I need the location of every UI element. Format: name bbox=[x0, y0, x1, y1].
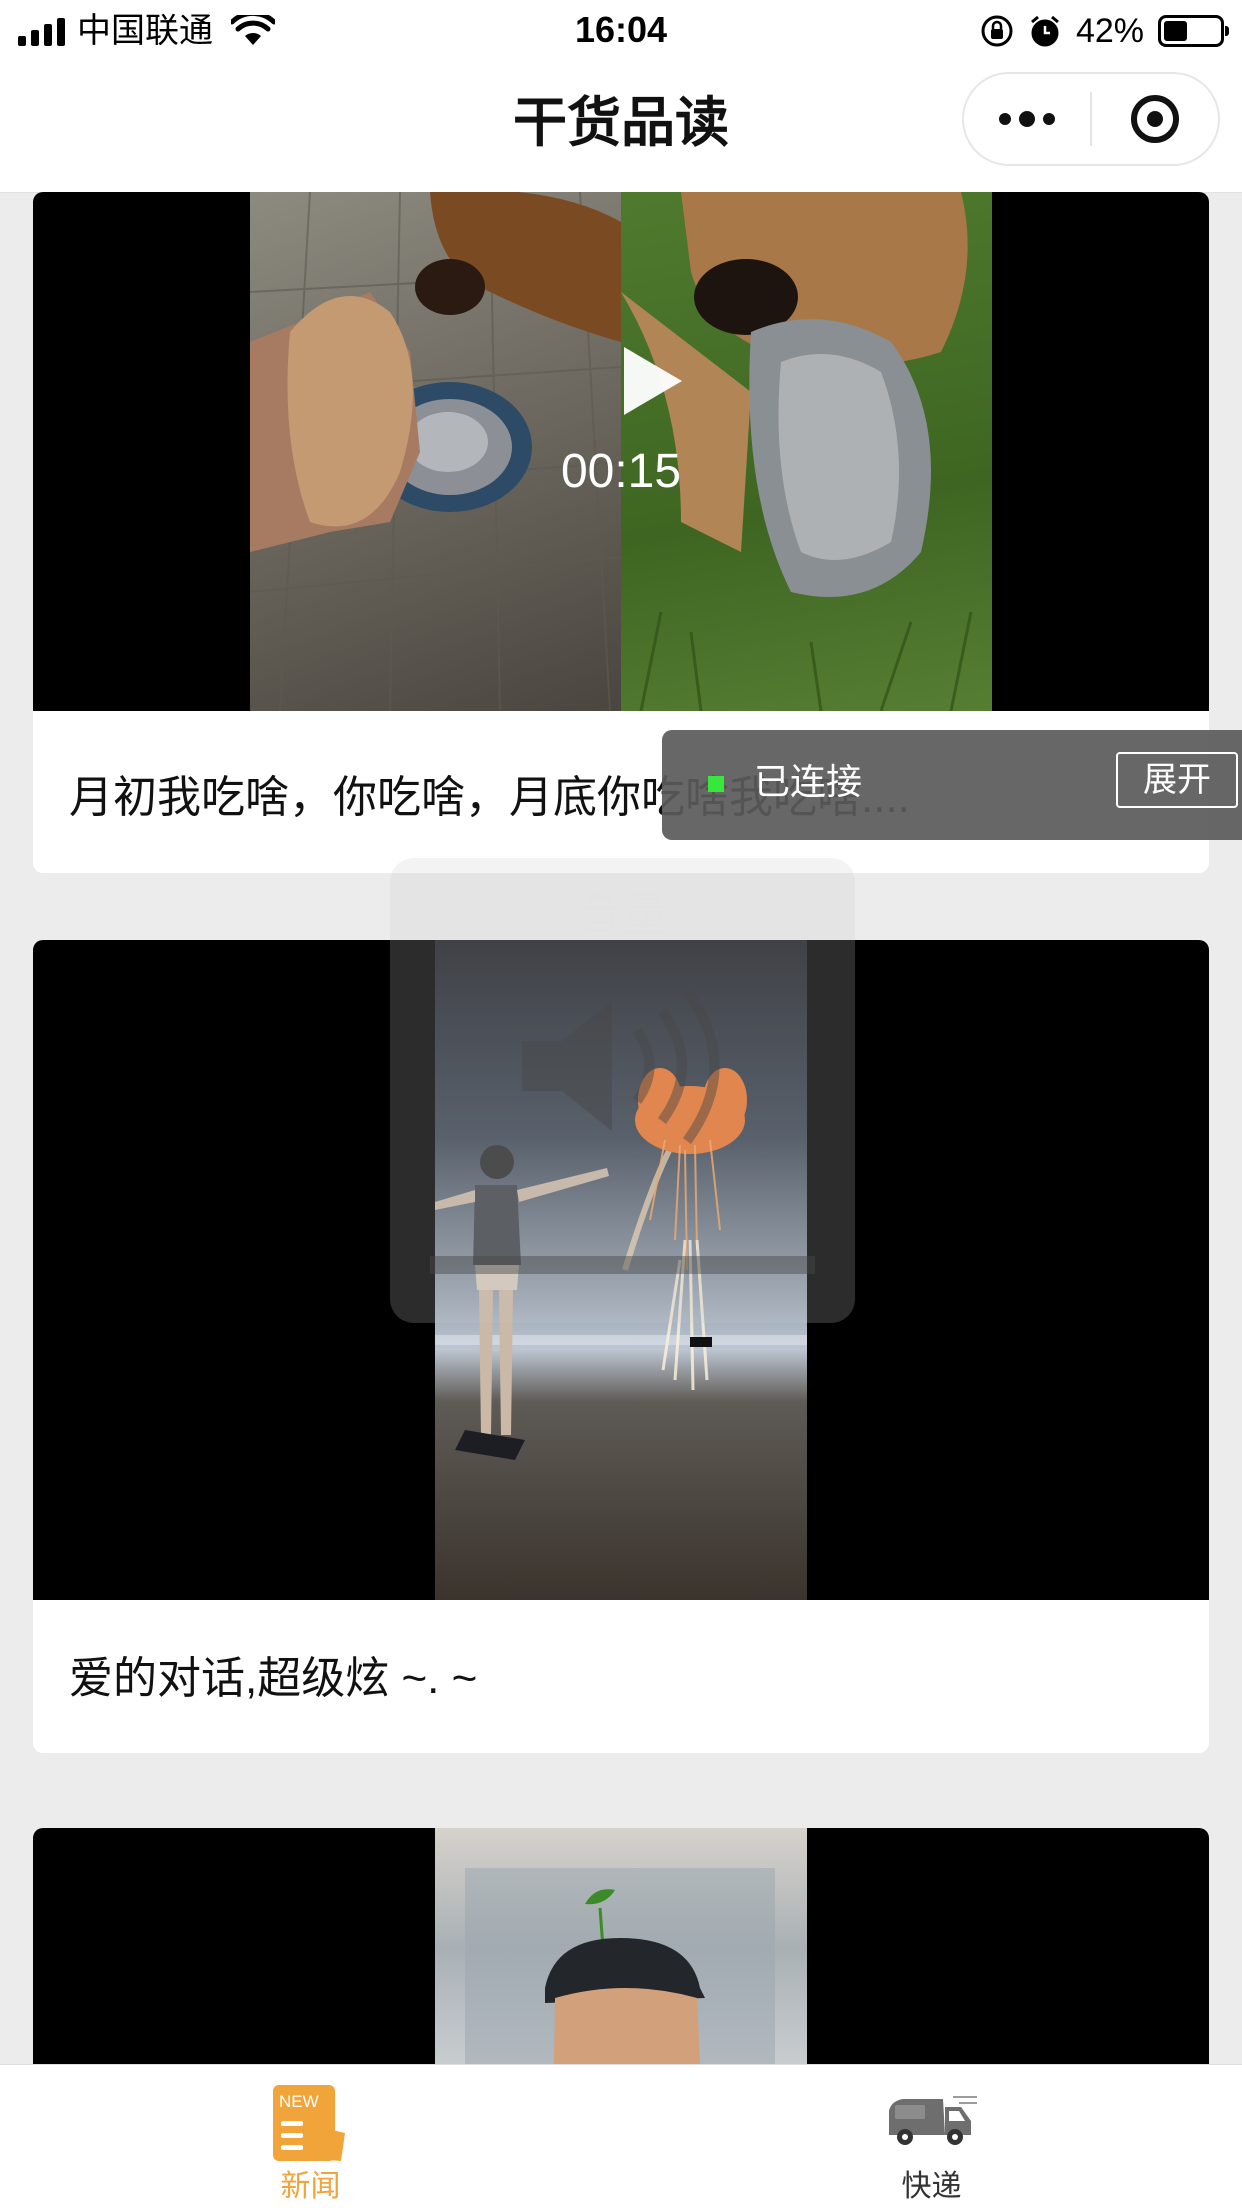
navigation-bar: 干货品读 bbox=[0, 62, 1242, 193]
video-player[interactable] bbox=[33, 1828, 1209, 2064]
video-duration: 00:15 bbox=[560, 445, 682, 498]
news-icon: NEW bbox=[273, 2085, 345, 2161]
close-miniprogram-button[interactable] bbox=[1092, 74, 1218, 164]
tab-news[interactable]: NEW 新闻 bbox=[0, 2065, 621, 2208]
video-player[interactable]: 00:15 bbox=[33, 192, 1209, 711]
volume-hud: 音量 bbox=[390, 858, 855, 1323]
expand-button[interactable]: 展开 bbox=[1116, 752, 1238, 808]
video-thumbnail bbox=[435, 1828, 807, 2064]
battery-fill bbox=[1164, 21, 1187, 41]
connected-indicator bbox=[708, 776, 724, 792]
status-right: 42% bbox=[980, 10, 1229, 52]
rotation-lock-icon bbox=[981, 15, 1013, 47]
video-card[interactable] bbox=[33, 1828, 1209, 2064]
more-dots-icon bbox=[999, 111, 1055, 127]
alarm-icon bbox=[1030, 15, 1059, 47]
status-bar: 中国联通 16:04 42% bbox=[0, 0, 1242, 62]
miniprogram-capsule bbox=[962, 72, 1220, 166]
tab-bar: NEW 新闻 快递 bbox=[0, 2064, 1242, 2208]
tab-news-label: 新闻 bbox=[280, 2170, 341, 2203]
battery-icon bbox=[1158, 15, 1229, 47]
more-menu-button[interactable] bbox=[964, 74, 1090, 164]
speaker-icon bbox=[522, 988, 720, 1144]
target-circle-icon bbox=[1131, 95, 1179, 143]
volume-title: 音量 bbox=[576, 888, 669, 940]
connection-status-bar[interactable]: 已连接 展开 bbox=[662, 730, 1242, 840]
tab-delivery[interactable]: 快递 bbox=[621, 2065, 1242, 2208]
play-icon[interactable] bbox=[624, 347, 682, 415]
battery-percent: 42% bbox=[1075, 12, 1144, 50]
tab-delivery-label: 快递 bbox=[901, 2170, 962, 2203]
delivery-truck-icon bbox=[889, 2096, 977, 2145]
new-badge: NEW bbox=[279, 2092, 319, 2111]
connection-status-text: 已连接 bbox=[754, 761, 863, 802]
video-caption[interactable]: 爱的对话,超级炫 ~. ~ bbox=[69, 1651, 477, 1707]
volume-level-track bbox=[430, 1256, 815, 1274]
